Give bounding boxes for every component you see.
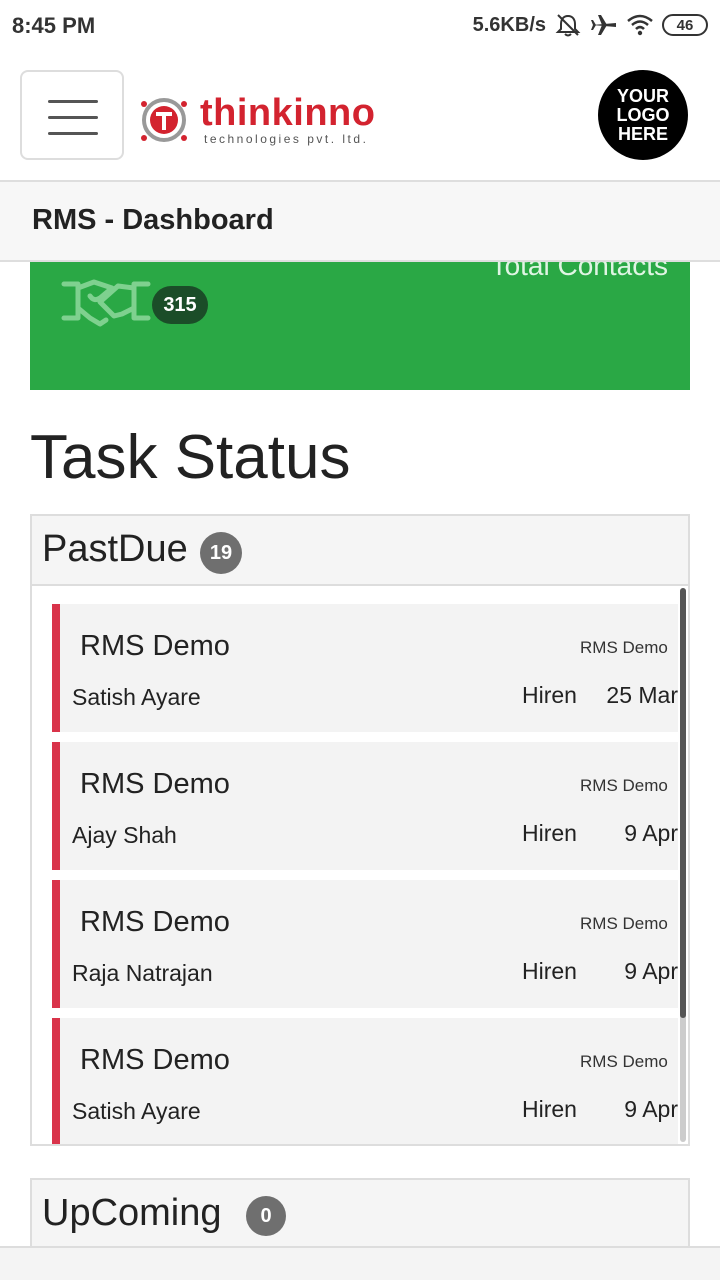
task-card[interactable]: RMS Demo Satish Ayare RMS Demo Hiren 25 … — [52, 604, 678, 732]
hamburger-line — [48, 132, 98, 135]
hamburger-line — [48, 100, 98, 103]
dashboard-content[interactable]: Total Contacts 315 Task Status PastDue 1… — [0, 262, 720, 1246]
task-owner: Hiren — [522, 958, 577, 984]
task-contact: Ajay Shah — [72, 822, 177, 848]
task-owner: Hiren — [522, 1096, 577, 1122]
pastdue-panel: PastDue 19 RMS Demo Satish Ayare RMS Dem… — [30, 514, 690, 1146]
page-title-bar: RMS - Dashboard — [0, 180, 720, 262]
task-date: 9 Apr — [624, 958, 678, 984]
upcoming-header[interactable]: UpComing 0 — [32, 1180, 688, 1246]
task-project: RMS Demo — [580, 638, 668, 657]
task-list-scroll-thumb[interactable] — [680, 588, 686, 1018]
logo-tagline: technologies pvt. ltd. — [204, 132, 369, 146]
task-owner: Hiren — [522, 682, 577, 708]
task-title: RMS Demo — [80, 906, 230, 938]
network-speed: 5.6KB/s — [472, 13, 546, 36]
pastdue-title: PastDue — [42, 528, 188, 570]
page-title: RMS - Dashboard — [32, 204, 274, 236]
status-icons: 5.6KB/s 46 — [473, 12, 708, 38]
task-contact: Raja Natrajan — [72, 960, 213, 986]
company-logo[interactable]: thinkinno technologies pvt. ltd. — [138, 92, 388, 152]
task-project: RMS Demo — [580, 1052, 668, 1071]
total-contacts-card[interactable]: Total Contacts 315 — [30, 262, 690, 390]
task-contact: Satish Ayare — [72, 1098, 201, 1124]
battery-icon: 46 — [662, 14, 708, 36]
upcoming-count-badge: 0 — [246, 1196, 286, 1236]
total-contacts-label: Total Contacts — [490, 262, 668, 281]
hamburger-line — [48, 116, 98, 119]
task-title: RMS Demo — [80, 768, 230, 800]
task-project: RMS Demo — [580, 914, 668, 933]
airplane-icon — [591, 15, 616, 35]
task-date: 25 Mar — [606, 682, 678, 708]
handshake-icon — [61, 279, 151, 327]
task-date: 9 Apr — [624, 1096, 678, 1122]
task-card[interactable]: RMS Demo Satish Ayare RMS Demo Hiren 9 A… — [52, 1018, 678, 1144]
app-header: thinkinno technologies pvt. ltd. YOUR LO… — [0, 52, 720, 180]
task-project: RMS Demo — [580, 776, 668, 795]
contacts-count-badge: 315 — [152, 286, 208, 324]
task-card[interactable]: RMS Demo Raja Natrajan RMS Demo Hiren 9 … — [52, 880, 678, 1008]
pastdue-count-badge: 19 — [200, 532, 242, 574]
wifi-icon — [627, 14, 653, 36]
upcoming-panel: UpComing 0 — [30, 1178, 690, 1246]
brand-logo-text: YOUR LOGO HERE — [616, 85, 670, 144]
task-status-heading: Task Status — [30, 423, 351, 492]
task-contact: Satish Ayare — [72, 684, 201, 710]
task-card[interactable]: RMS Demo Ajay Shah RMS Demo Hiren 9 Apr — [52, 742, 678, 870]
mute-bell-icon — [555, 14, 581, 37]
bottom-navigation-bar — [0, 1246, 720, 1280]
logo-wordmark: thinkinno — [200, 92, 376, 134]
pastdue-task-list[interactable]: RMS Demo Satish Ayare RMS Demo Hiren 25 … — [32, 586, 688, 1144]
thinkinno-mark-icon — [141, 98, 187, 142]
upcoming-title: UpComing — [42, 1192, 222, 1234]
task-date: 9 Apr — [624, 820, 678, 846]
task-title: RMS Demo — [80, 1044, 230, 1076]
task-owner: Hiren — [522, 820, 577, 846]
task-title: RMS Demo — [80, 630, 230, 662]
brand-logo-placeholder[interactable]: YOUR LOGO HERE — [598, 70, 688, 160]
status-bar: 8:45 PM 5.6KB/s 46 — [0, 0, 720, 52]
menu-button[interactable] — [20, 70, 124, 160]
status-time: 8:45 PM — [12, 13, 96, 38]
pastdue-header[interactable]: PastDue 19 — [32, 516, 688, 586]
